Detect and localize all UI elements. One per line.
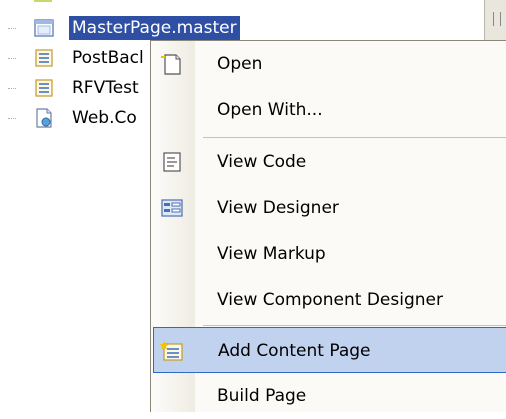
partial-folder-icon <box>34 0 52 2</box>
menu-item-add-content-page[interactable]: Add Content Page <box>153 327 506 373</box>
tree-item-label: MasterPage.master <box>69 16 240 40</box>
tree-connector <box>8 58 16 59</box>
view-code-icon <box>163 152 181 172</box>
menu-item-label: Open With... <box>217 100 323 120</box>
tree-connector <box>8 118 16 119</box>
tree-connector <box>8 88 16 89</box>
menu-item-view-code[interactable]: View Code <box>151 139 506 185</box>
context-menu: Open Open With... View Code View Designe… <box>150 40 506 412</box>
view-designer-icon <box>161 199 183 217</box>
open-document-icon <box>161 54 181 75</box>
menu-separator <box>203 137 506 138</box>
web-form-icon <box>35 79 53 97</box>
grip-icon <box>493 12 501 26</box>
tree-item-label: Web.Co <box>72 108 137 128</box>
menu-item-view-markup[interactable]: View Markup <box>151 231 506 277</box>
config-file-icon <box>36 108 52 128</box>
menu-item-open[interactable]: Open <box>151 41 506 87</box>
menu-item-open-with[interactable]: Open With... <box>151 87 506 133</box>
tree-item-label: PostBacl <box>72 48 144 68</box>
menu-item-label: Build Page <box>217 386 307 406</box>
tree-connector <box>8 28 16 29</box>
menu-item-label: Add Content Page <box>218 341 371 361</box>
scrollbar-handle[interactable] <box>484 0 506 40</box>
add-content-page-icon <box>160 341 183 361</box>
web-form-icon <box>35 49 53 67</box>
menu-item-label: View Component Designer <box>217 290 443 310</box>
menu-item-label: View Markup <box>217 244 326 264</box>
master-page-icon <box>34 19 54 37</box>
menu-separator <box>203 325 506 326</box>
menu-item-view-designer[interactable]: View Designer <box>151 185 506 231</box>
menu-item-view-component-designer[interactable]: View Component Designer <box>151 277 506 323</box>
menu-item-label: View Code <box>217 152 307 172</box>
menu-item-build-page[interactable]: Build Page <box>151 373 506 419</box>
menu-item-label: Open <box>217 54 263 74</box>
menu-item-label: View Designer <box>217 198 339 218</box>
tree-item-label: RFVTest <box>72 78 139 98</box>
